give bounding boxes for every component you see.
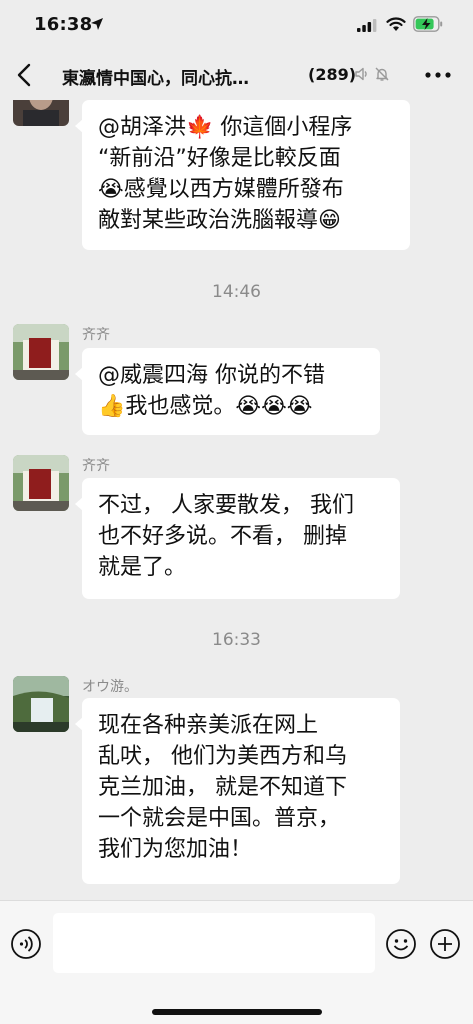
emoji-icon[interactable] [385,928,417,960]
battery-charging-icon [413,16,443,32]
chat-header: 東瀛情中国心，同心抗… (289) [0,48,473,100]
avatar[interactable] [13,676,69,732]
sender-name: 齐齐 [82,327,110,343]
more-dots-icon[interactable] [424,70,452,80]
home-indicator [152,1009,322,1015]
member-count: (289) [308,65,357,84]
message-line: “新前沿”好像是比較反面 [98,146,341,171]
message-line: 敵對某些政治洗腦報導😁 [98,208,341,233]
message-input[interactable] [53,913,375,973]
back-icon[interactable] [14,62,36,88]
message-bubble[interactable]: 现在各种亲美派在网上 乱吠， 他们为美西方和乌 克兰加油， 就是不知道下 一个就… [75,698,400,884]
sender-name: 齐齐 [82,458,110,474]
message-line: 不过， 人家要散发， 我们 [98,493,354,518]
plus-circle-icon[interactable] [429,928,461,960]
message-bubble[interactable]: @胡泽洪🍁 你這個小程序 “新前沿”好像是比較反面 😭感覺以西方媒體所發布 敵對… [75,100,410,250]
location-arrow-icon [91,18,103,30]
message-bubble[interactable]: @威震四海 你说的不错 👍我也感觉。😭😭😭 [75,348,380,435]
avatar[interactable] [13,100,69,126]
avatar[interactable] [13,455,69,511]
signal-icon [357,19,377,32]
message-line: 一个就会是中国。普京， [98,806,341,831]
message-line: 就是了。 [98,555,187,580]
avatar[interactable] [13,324,69,380]
message-list[interactable]: @胡泽洪🍁 你這個小程序 “新前沿”好像是比較反面 😭感覺以西方媒體所發布 敵對… [0,100,473,900]
message-line: 👍我也感觉。😭😭😭 [98,394,313,419]
bell-slash-icon [375,67,389,81]
message-line: 乱吠， 他们为美西方和乌 [98,744,347,769]
message-line: 现在各种亲美派在网上 [98,713,319,738]
input-bar [0,900,473,1024]
message-bubble[interactable]: 不过， 人家要散发， 我们 也不好多说。不看， 删掉 就是了。 [75,478,400,599]
message-line: 克兰加油， 就是不知道下 [98,775,347,800]
message-line: @胡泽洪🍁 你這個小程序 [98,115,353,140]
wifi-icon [386,17,406,31]
message-line: @威震四海 你说的不错 [98,363,325,388]
sender-name: オウ游。 [82,679,138,695]
status-bar: 16:38 [0,0,473,48]
status-time: 16:38 [34,14,93,35]
timestamp: 14:46 [212,282,261,302]
chat-title[interactable]: 東瀛情中国心，同心抗… [62,64,302,89]
message-line: 😭感覺以西方媒體所發布 [98,177,344,202]
message-line: 我们为您加油！ [98,837,253,862]
voice-off-icon [355,67,367,81]
voice-input-icon[interactable] [10,928,42,960]
timestamp: 16:33 [212,630,261,650]
message-line: 也不好多说。不看， 删掉 [98,524,347,549]
